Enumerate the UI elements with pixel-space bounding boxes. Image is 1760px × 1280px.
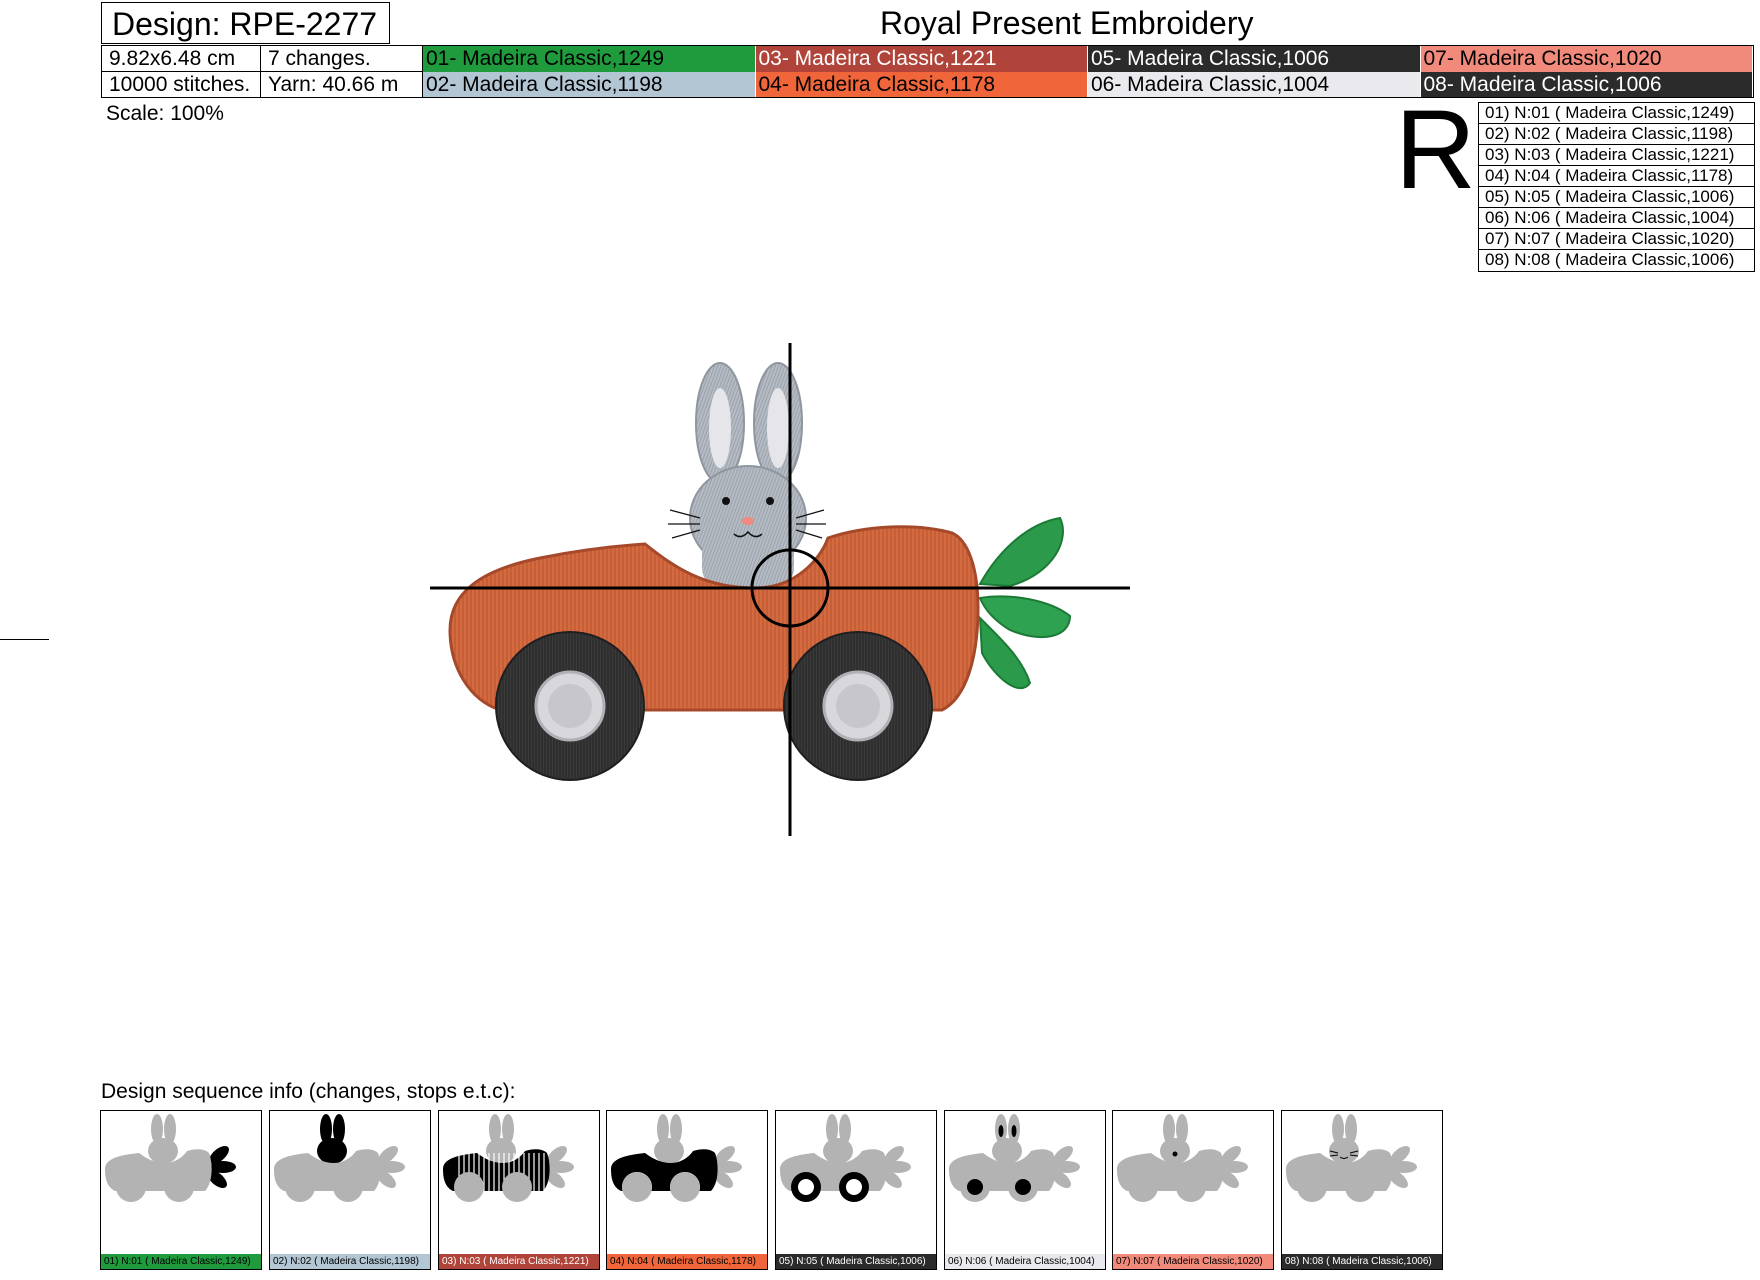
step-thumbnail-icon	[105, 1114, 236, 1202]
thread-color-cell: 06- Madeira Classic,1004	[1088, 71, 1421, 97]
thread-color-cell: 01- Madeira Classic,1249	[423, 46, 756, 72]
step-label: 06) N:06 ( Madeira Classic,1004)	[945, 1254, 1105, 1269]
thread-color-cell: 07- Madeira Classic,1020	[1420, 46, 1753, 72]
step-thumbnail-icon	[780, 1114, 911, 1202]
step-thumbnail-icon	[274, 1114, 405, 1202]
sequence-step: 06) N:06 ( Madeira Classic,1004)	[944, 1110, 1106, 1270]
bunny-ears-icon	[695, 362, 803, 484]
rear-wheel-icon	[495, 631, 645, 781]
legend-row: 07) N:07 ( Madeira Classic,1020)	[1479, 229, 1754, 250]
embroidery-design-preview	[430, 343, 1130, 836]
step-label: 02) N:02 ( Madeira Classic,1198)	[270, 1254, 430, 1269]
r-logo-mark: R	[1395, 87, 1476, 212]
design-size: 9.82x6.48 cm	[102, 46, 261, 72]
sequence-step: 08) N:08 ( Madeira Classic,1006)	[1281, 1110, 1443, 1270]
legend-row: 02) N:02 ( Madeira Classic,1198)	[1479, 124, 1754, 145]
sequence-step: 05) N:05 ( Madeira Classic,1006)	[775, 1110, 937, 1270]
legend-row: 06) N:06 ( Madeira Classic,1004)	[1479, 208, 1754, 229]
step-label: 04) N:04 ( Madeira Classic,1178)	[607, 1254, 767, 1269]
thread-color-cell: 04- Madeira Classic,1178	[755, 71, 1088, 97]
step-label: 01) N:01 ( Madeira Classic,1249)	[101, 1254, 261, 1269]
legend-row: 03) N:03 ( Madeira Classic,1221)	[1479, 145, 1754, 166]
margin-tick	[0, 639, 49, 640]
step-label: 08) N:08 ( Madeira Classic,1006)	[1282, 1254, 1442, 1269]
legend-row: 04) N:04 ( Madeira Classic,1178)	[1479, 166, 1754, 187]
step-label: 05) N:05 ( Madeira Classic,1006)	[776, 1254, 936, 1269]
design-info-table: 9.82x6.48 cm 7 changes. 10000 stitches. …	[101, 45, 1754, 98]
step-thumbnail-icon	[949, 1114, 1080, 1202]
bunny-head-icon	[668, 465, 826, 588]
thread-legend-list: 01) N:01 ( Madeira Classic,1249) 02) N:0…	[1478, 102, 1755, 272]
legend-row: 08) N:08 ( Madeira Classic,1006)	[1485, 250, 1735, 269]
thread-color-cell: 02- Madeira Classic,1198	[423, 71, 756, 97]
sequence-step: 03) N:03 ( Madeira Classic,1221)	[438, 1110, 600, 1270]
step-thumbnail-icon	[611, 1114, 742, 1202]
sequence-strip: 01) N:01 ( Madeira Classic,1249) 02) N:0…	[100, 1110, 1443, 1270]
company-name: Royal Present Embroidery	[880, 5, 1254, 41]
step-thumbnail-icon	[1117, 1114, 1248, 1202]
sequence-step: 04) N:04 ( Madeira Classic,1178)	[606, 1110, 768, 1270]
sequence-step: 01) N:01 ( Madeira Classic,1249)	[100, 1110, 262, 1270]
step-label: 07) N:07 ( Madeira Classic,1020)	[1113, 1254, 1273, 1269]
sequence-step: 02) N:02 ( Madeira Classic,1198)	[269, 1110, 431, 1270]
thread-color-cell: 05- Madeira Classic,1006	[1088, 46, 1421, 72]
step-thumbnail-icon	[1286, 1114, 1417, 1202]
design-yarn: Yarn: 40.66 m	[261, 71, 423, 97]
carrot-leaves-icon	[978, 516, 1072, 690]
thread-color-cell: 03- Madeira Classic,1221	[755, 46, 1088, 72]
sequence-step: 07) N:07 ( Madeira Classic,1020)	[1112, 1110, 1274, 1270]
sequence-title: Design sequence info (changes, stops e.t…	[101, 1080, 516, 1103]
legend-row: 01) N:01 ( Madeira Classic,1249)	[1479, 103, 1754, 124]
legend-row: 05) N:05 ( Madeira Classic,1006)	[1479, 187, 1754, 208]
design-changes: 7 changes.	[261, 46, 423, 72]
design-title: Design: RPE-2277	[101, 2, 390, 44]
design-stitches: 10000 stitches.	[102, 71, 261, 97]
scale-label: Scale: 100%	[106, 102, 224, 125]
step-thumbnail-icon	[443, 1114, 574, 1202]
step-label: 03) N:03 ( Madeira Classic,1221)	[439, 1254, 599, 1269]
front-wheel-icon	[783, 631, 933, 781]
